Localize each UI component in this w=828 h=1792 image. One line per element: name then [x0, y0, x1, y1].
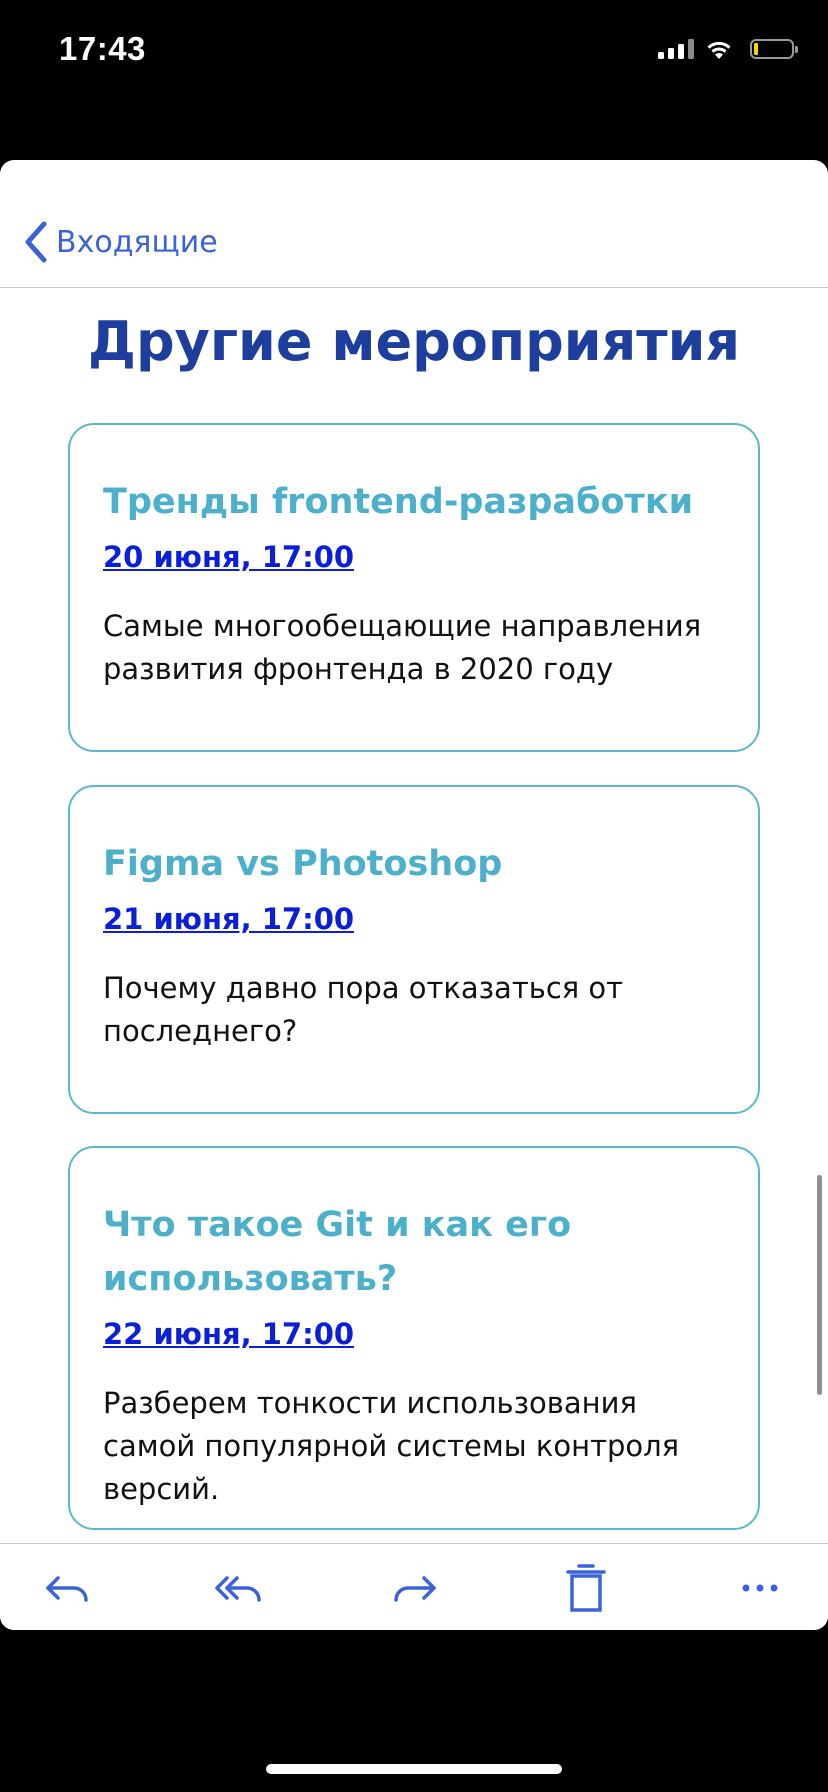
event-description: Разберем тонкости использования самой по…: [103, 1386, 680, 1506]
back-button[interactable]: Входящие: [22, 220, 218, 264]
wifi-icon: [707, 41, 731, 59]
event-card: Figma vs Photoshop 21 июня, 17:00 Почему…: [68, 785, 760, 1114]
more-icon: [742, 1584, 778, 1592]
bottom-toolbar: [0, 1543, 828, 1630]
status-time: 17:43: [59, 30, 146, 67]
page-title: Другие мероприятия: [87, 310, 741, 373]
event-description: Почему давно пора отказаться от последне…: [103, 971, 624, 1048]
status-icons: [658, 34, 798, 64]
event-card: Тренды frontend-разработки 20 июня, 17:0…: [68, 423, 760, 752]
navigation-bar: Входящие: [0, 160, 828, 288]
reply-all-button[interactable]: [209, 1562, 269, 1614]
message-body: Другие мероприятия Тренды frontend-разра…: [0, 288, 828, 1630]
forward-button[interactable]: [384, 1562, 444, 1614]
back-label: Входящие: [56, 224, 218, 260]
event-date-link[interactable]: 20 июня, 17:00: [103, 537, 354, 577]
event-title: Что такое Git и как его использовать?: [103, 1205, 572, 1299]
event-date-link[interactable]: 22 июня, 17:00: [103, 1314, 354, 1354]
scrollbar[interactable]: [817, 1175, 822, 1395]
event-title: Figma vs Photoshop: [103, 844, 503, 884]
event-card: Что такое Git и как его использовать? 22…: [68, 1146, 760, 1530]
battery-level: [754, 43, 758, 55]
home-indicator: [266, 1764, 562, 1774]
event-description: Самые многообещающие направления развити…: [103, 609, 702, 686]
signal-icon: [658, 39, 694, 59]
mail-sheet: Входящие Другие мероприятия Тренды front…: [0, 160, 828, 1630]
trash-button[interactable]: [556, 1562, 616, 1614]
forward-icon: [394, 1576, 436, 1602]
reply-all-icon: [215, 1576, 261, 1602]
battery-icon: [750, 39, 798, 59]
event-date-link[interactable]: 21 июня, 17:00: [103, 899, 354, 939]
event-title: Тренды frontend-разработки: [103, 482, 694, 522]
more-button[interactable]: [730, 1562, 790, 1614]
reply-icon: [46, 1576, 88, 1602]
trash-icon: [566, 1564, 606, 1612]
reply-button[interactable]: [38, 1562, 98, 1614]
phone-screen: 17:43 Входящие Другие мероприятия Тренды…: [0, 0, 828, 1792]
chevron-left-icon: [25, 221, 47, 263]
